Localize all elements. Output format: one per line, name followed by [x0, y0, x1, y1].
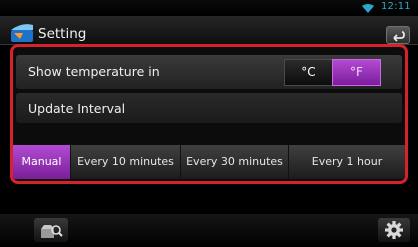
celsius-button[interactable]: °C [284, 59, 333, 86]
fahrenheit-button[interactable]: °F [332, 59, 381, 86]
interval-option-30min[interactable]: Every 30 minutes [181, 145, 289, 179]
settings-button[interactable] [378, 218, 410, 242]
gear-icon [385, 221, 403, 239]
settings-panel: Show temperature in °C °F Update Interva… [10, 44, 408, 184]
wifi-icon [362, 4, 374, 13]
interval-row: Update Interval [16, 93, 402, 123]
interval-option-1hour[interactable]: Every 1 hour [289, 145, 405, 179]
status-bar: 12:11 [0, 0, 418, 16]
temperature-label: Show temperature in [28, 64, 160, 79]
settings-app-icon [11, 24, 33, 42]
back-button[interactable] [386, 26, 410, 44]
interval-label: Update Interval [28, 101, 126, 116]
back-arrow-icon [393, 31, 405, 42]
map-search-icon [41, 225, 63, 238]
clock: 12:11 [381, 1, 411, 12]
interval-option-10min[interactable]: Every 10 minutes [71, 145, 181, 179]
page-title: Setting [38, 26, 87, 42]
temperature-row: Show temperature in °C °F [16, 55, 402, 89]
header: Setting [0, 16, 418, 45]
interval-options: Manual Every 10 minutes Every 30 minutes… [13, 145, 405, 179]
bottom-bar [0, 214, 418, 247]
map-search-button[interactable] [34, 218, 68, 242]
interval-option-manual[interactable]: Manual [13, 145, 71, 179]
